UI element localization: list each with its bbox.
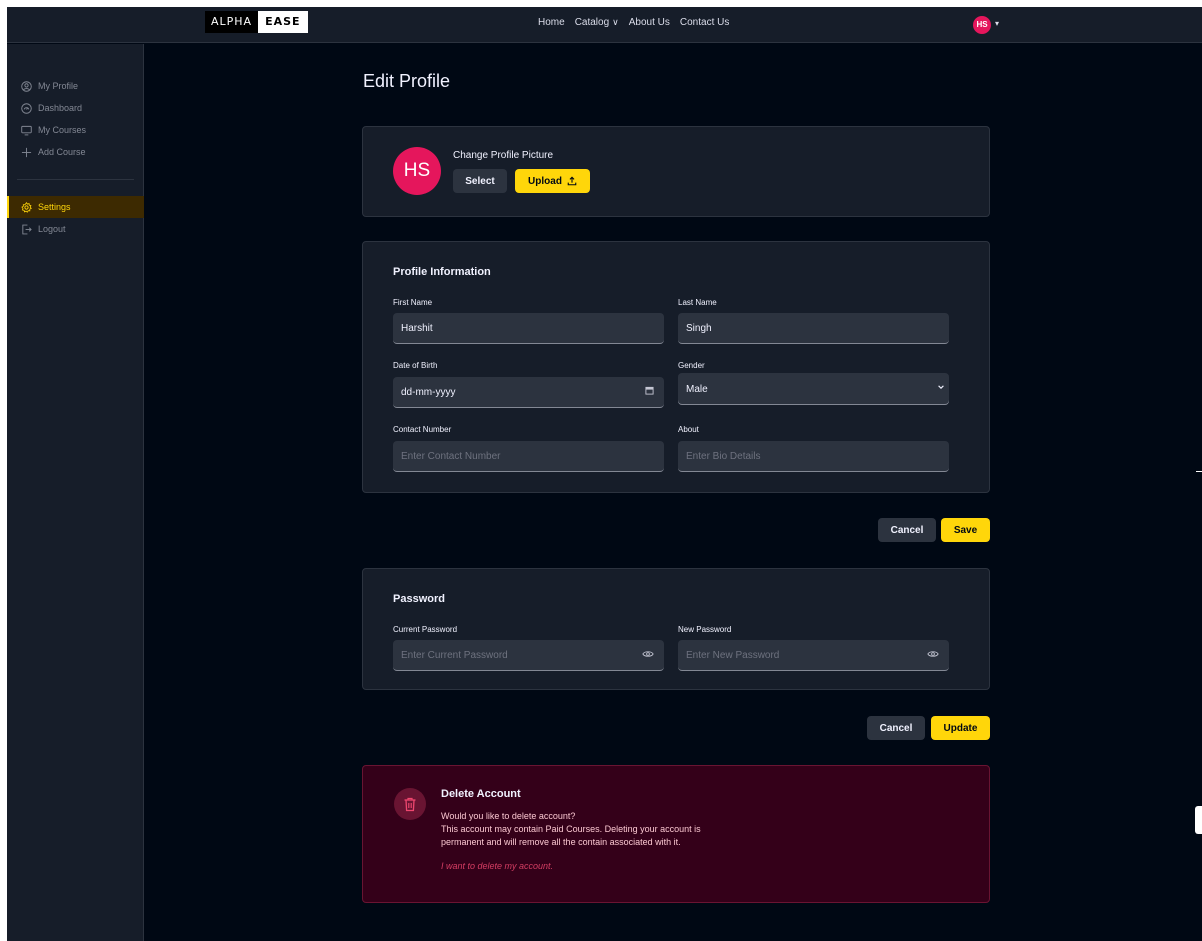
trash-icon xyxy=(394,788,426,820)
password-cancel-button[interactable]: Cancel xyxy=(867,716,925,740)
profile-information-title: Profile Information xyxy=(393,266,491,278)
sidebar-item-add-course[interactable]: Add Course xyxy=(7,141,144,163)
gender-select[interactable]: Male xyxy=(678,373,949,405)
current-password-input[interactable]: Enter Current Password xyxy=(393,640,664,671)
about-label: About xyxy=(678,425,699,434)
sidebar-item-label: My Profile xyxy=(38,81,79,91)
contact-number-input[interactable]: Enter Contact Number xyxy=(393,441,664,472)
logo-part-2: EASE xyxy=(258,11,308,33)
contact-number-label: Contact Number xyxy=(393,425,452,434)
upload-button[interactable]: Upload xyxy=(515,169,590,193)
delete-account-link[interactable]: I want to delete my account. xyxy=(441,861,553,871)
edge-drawer-tab[interactable] xyxy=(1195,806,1202,834)
nav-links: Home Catalog ∨ About Us Contact Us xyxy=(538,17,729,28)
logout-icon xyxy=(20,223,32,235)
delete-account-card: Delete Account Would you like to delete … xyxy=(362,765,990,903)
profile-cancel-button[interactable]: Cancel xyxy=(878,518,936,542)
sidebar-item-label: Settings xyxy=(38,202,71,212)
delete-account-question: Would you like to delete account? xyxy=(441,811,576,821)
logo-part-1: ALPHA xyxy=(205,11,259,33)
eye-icon[interactable] xyxy=(927,649,939,662)
gear-icon xyxy=(20,201,32,213)
first-name-label: First Name xyxy=(393,298,433,307)
edge-marker xyxy=(1196,471,1202,472)
app-root: ALPHA EASE Home Catalog ∨ About Us Contac… xyxy=(7,7,1202,941)
current-password-placeholder: Enter Current Password xyxy=(401,649,508,661)
about-input[interactable]: Enter Bio Details xyxy=(678,441,949,472)
nav-catalog-label: Catalog xyxy=(574,17,610,28)
new-password-label: New Password xyxy=(678,625,732,634)
sidebar: My Profile Dashboard My Courses Add Cour… xyxy=(7,44,144,941)
sidebar-item-label: My Courses xyxy=(38,125,87,135)
user-circle-icon xyxy=(20,80,32,92)
new-password-input[interactable]: Enter New Password xyxy=(678,640,949,671)
sidebar-item-my-profile[interactable]: My Profile xyxy=(7,75,144,97)
dashboard-icon xyxy=(20,102,32,114)
profile-picture-card: HS Change Profile Picture Select Upload xyxy=(362,126,990,217)
date-of-birth-label: Date of Birth xyxy=(393,361,438,370)
sidebar-item-label: Logout xyxy=(38,224,66,234)
chevron-down-icon: ∨ xyxy=(612,17,619,27)
delete-account-warning-line-2: permanent and will remove all the contai… xyxy=(441,837,681,847)
user-avatar[interactable]: HS xyxy=(973,16,991,34)
change-picture-label: Change Profile Picture xyxy=(453,150,554,161)
delete-account-warning-line-1: This account may contain Paid Courses. D… xyxy=(441,824,701,834)
new-password-placeholder: Enter New Password xyxy=(686,649,780,661)
brand-logo[interactable]: ALPHA EASE xyxy=(205,11,308,33)
current-password-label: Current Password xyxy=(393,625,458,634)
first-name-input[interactable]: Harshit xyxy=(393,313,664,344)
gender-value: Male xyxy=(686,383,708,395)
eye-icon[interactable] xyxy=(642,649,654,662)
profile-save-button[interactable]: Save xyxy=(941,518,990,542)
sidebar-item-logout[interactable]: Logout xyxy=(7,218,144,240)
sidebar-item-settings[interactable]: Settings xyxy=(7,196,144,218)
date-of-birth-value: dd-mm-yyyy xyxy=(401,386,456,398)
upload-button-label: Upload xyxy=(528,175,562,187)
password-update-button[interactable]: Update xyxy=(931,716,990,740)
nav-contact-us[interactable]: Contact Us xyxy=(680,17,729,28)
last-name-label: Last Name xyxy=(678,298,717,307)
last-name-input[interactable]: Singh xyxy=(678,313,949,344)
plus-icon xyxy=(20,146,32,158)
gender-label: Gender xyxy=(678,361,705,370)
calendar-icon[interactable] xyxy=(645,386,654,398)
sidebar-item-my-courses[interactable]: My Courses xyxy=(7,119,144,141)
top-navbar: ALPHA EASE Home Catalog ∨ About Us Contac… xyxy=(7,7,1202,43)
nav-about-us[interactable]: About Us xyxy=(629,17,670,28)
sidebar-item-dashboard[interactable]: Dashboard xyxy=(7,97,144,119)
monitor-icon xyxy=(20,124,32,136)
upload-icon xyxy=(567,176,577,186)
password-title: Password xyxy=(393,593,445,605)
sidebar-item-label: Add Course xyxy=(38,147,86,157)
caret-down-icon[interactable]: ▾ xyxy=(995,19,999,28)
sidebar-item-label: Dashboard xyxy=(38,103,83,113)
page-title: Edit Profile xyxy=(363,71,451,91)
sidebar-divider xyxy=(17,179,134,180)
profile-information-card: Profile Information First Name Harshit L… xyxy=(362,241,990,493)
delete-account-title: Delete Account xyxy=(441,788,521,800)
password-card: Password Current Password Enter Current … xyxy=(362,568,990,690)
select-button[interactable]: Select xyxy=(453,169,507,193)
chevron-down-icon xyxy=(937,383,945,394)
nav-home[interactable]: Home xyxy=(538,17,565,28)
date-of-birth-input[interactable]: dd-mm-yyyy xyxy=(393,377,664,408)
profile-avatar: HS xyxy=(393,147,441,195)
nav-catalog[interactable]: Catalog ∨ xyxy=(575,17,619,28)
